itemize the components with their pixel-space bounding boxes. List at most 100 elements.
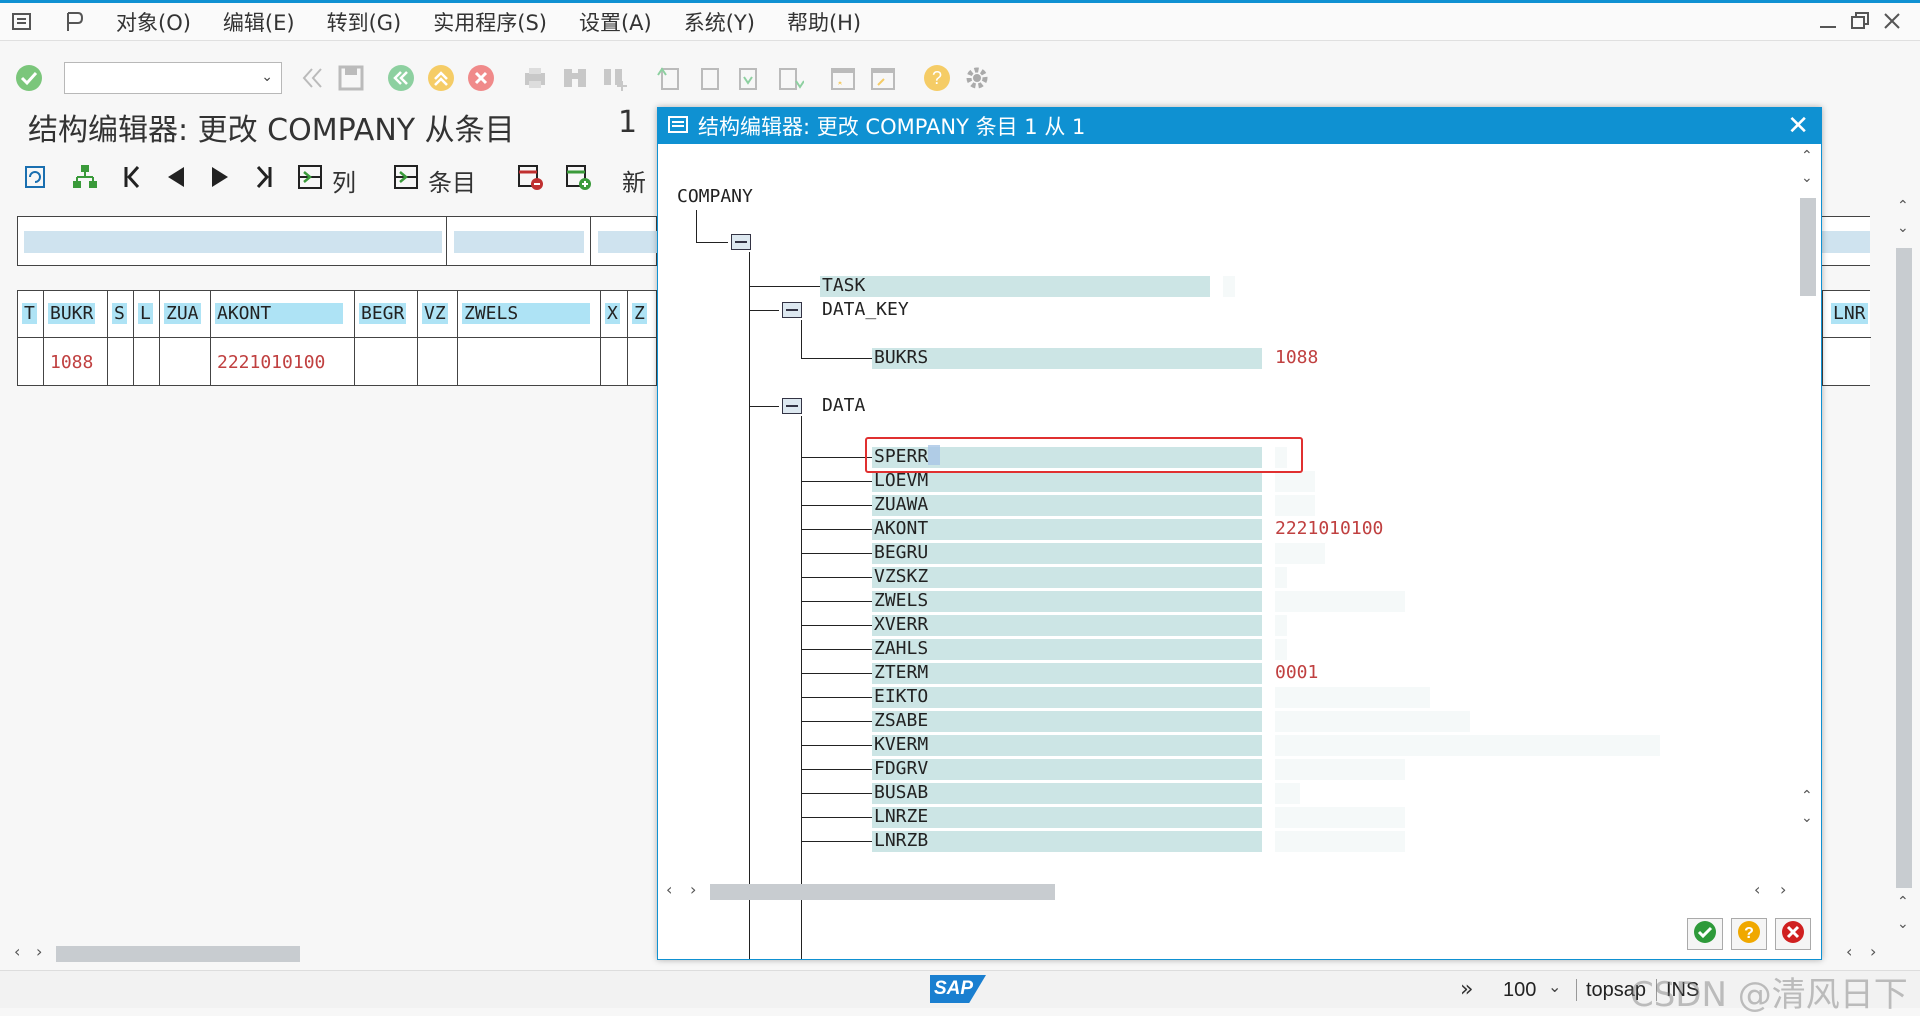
table-cell[interactable] <box>108 337 134 385</box>
scroll-up-icon-2[interactable]: ⌃ <box>1801 788 1813 804</box>
tree-node-bukrs[interactable]: BUKRS <box>874 347 928 369</box>
help-button[interactable]: ? <box>1731 918 1767 950</box>
tree-field-begru[interactable]: BEGRU <box>874 542 928 564</box>
folder-icon[interactable] <box>782 302 802 318</box>
tree-node-task[interactable]: TASK <box>822 275 865 297</box>
folder-icon[interactable] <box>731 234 751 250</box>
chevron-down-icon[interactable]: ⌄ <box>1548 977 1561 996</box>
column-header-zwels[interactable]: ZWELS <box>458 291 601 337</box>
column-header-x[interactable]: X <box>601 291 628 337</box>
cancel-button[interactable] <box>1775 918 1811 950</box>
scroll-up-icon-2[interactable]: ⌃ <box>1897 894 1909 910</box>
table-cell[interactable] <box>18 337 44 385</box>
scroll-down-icon-2[interactable]: ⌄ <box>1801 810 1813 826</box>
menu-utilities[interactable]: 实用程序(S) <box>433 7 547 37</box>
column-header-vz[interactable]: VZ <box>418 291 458 337</box>
close-window-icon[interactable] <box>1880 9 1904 33</box>
scroll-thumb[interactable] <box>1800 198 1816 296</box>
enter-check-icon[interactable] <box>14 63 44 93</box>
tree-field-zuawa[interactable]: ZUAWA <box>874 494 928 516</box>
back-icon[interactable] <box>386 63 416 93</box>
scroll-up-icon[interactable]: ⌃ <box>1801 148 1813 164</box>
tree-field-kverm[interactable]: KVERM <box>874 734 928 756</box>
field-value-zterm[interactable]: 0001 <box>1275 662 1318 684</box>
column-header-zua[interactable]: ZUA <box>160 291 211 337</box>
gear-icon[interactable] <box>962 63 992 93</box>
tree-field-vzskz[interactable]: VZSKZ <box>874 566 928 588</box>
tree-field-eikto[interactable]: EIKTO <box>874 686 928 708</box>
cancel-icon[interactable] <box>466 63 496 93</box>
menu-object[interactable]: 对象(O) <box>116 7 191 37</box>
column-header-z[interactable]: Z <box>628 291 658 337</box>
column-header-begr[interactable]: BEGR <box>355 291 418 337</box>
close-icon[interactable]: ✕ <box>1787 111 1809 141</box>
menu-system[interactable]: 系统(Y) <box>684 7 755 37</box>
scroll-left-icon[interactable]: ‹ <box>14 942 20 961</box>
scroll-thumb[interactable] <box>56 946 300 962</box>
save-icon[interactable] <box>336 63 366 93</box>
header-field-1[interactable] <box>24 231 442 253</box>
scroll-left-icon[interactable]: ‹ <box>666 880 672 899</box>
first-entry-button[interactable] <box>120 163 144 197</box>
scroll-thumb[interactable] <box>1896 248 1912 888</box>
scroll-down-icon[interactable]: ⌄ <box>1897 220 1909 236</box>
table-cell[interactable] <box>601 337 628 385</box>
insert-entry-button[interactable] <box>564 163 592 197</box>
refresh-button[interactable] <box>20 162 50 198</box>
status-expand-icon[interactable]: » <box>1460 977 1473 1002</box>
scroll-up-icon[interactable]: ⌃ <box>1897 198 1909 214</box>
header-field-3[interactable] <box>598 231 658 253</box>
command-field[interactable]: ⌄ <box>64 62 282 94</box>
system-menu-icon[interactable] <box>10 9 36 35</box>
table-cell[interactable] <box>628 337 658 385</box>
tree-field-lnrzb[interactable]: LNRZB <box>874 830 928 852</box>
zoom-value[interactable]: 100 <box>1503 979 1536 1002</box>
menu-settings[interactable]: 设置(A) <box>579 7 652 37</box>
minimize-icon[interactable] <box>1816 9 1840 33</box>
chevron-down-icon[interactable]: ⌄ <box>261 69 273 85</box>
double-left-icon[interactable] <box>296 63 326 93</box>
previous-entry-button[interactable] <box>164 163 188 197</box>
next-page-icon[interactable] <box>734 63 764 93</box>
scroll-down-icon[interactable]: ⌄ <box>1801 170 1813 186</box>
columns-button[interactable]: 列 <box>296 163 356 198</box>
tree-field-loevm[interactable]: LOEVM <box>874 470 928 492</box>
table-cell[interactable] <box>160 337 211 385</box>
previous-page-icon[interactable] <box>694 63 724 93</box>
confirm-button[interactable] <box>1687 918 1723 950</box>
delete-entry-button[interactable] <box>516 163 544 197</box>
entries-button[interactable]: 条目 <box>392 163 476 198</box>
hierarchy-button[interactable] <box>70 162 100 198</box>
main-horizontal-scrollbar[interactable]: ‹ › <box>14 942 654 966</box>
restore-icon[interactable] <box>1848 9 1872 33</box>
column-header-s[interactable]: S <box>108 291 134 337</box>
first-page-icon[interactable] <box>654 63 684 93</box>
last-entry-button[interactable] <box>252 163 276 197</box>
find-next-icon[interactable] <box>600 63 630 93</box>
tree-field-zahls[interactable]: ZAHLS <box>874 638 928 660</box>
next-entry-button[interactable] <box>208 163 232 197</box>
shortcut-icon[interactable] <box>868 63 898 93</box>
menu-help[interactable]: 帮助(H) <box>787 7 861 37</box>
table-cell[interactable] <box>458 337 601 385</box>
tree-field-xverr[interactable]: XVERR <box>874 614 928 636</box>
new-session-icon[interactable] <box>828 63 858 93</box>
column-header-akont[interactable]: AKONT <box>211 291 355 337</box>
scroll-down-icon-2[interactable]: ⌄ <box>1897 916 1909 932</box>
scroll-left-icon-2[interactable]: ‹ <box>1754 880 1760 899</box>
folder-icon[interactable] <box>782 398 802 414</box>
menu-goto[interactable]: 转到(G) <box>327 7 402 37</box>
column-header-lnr[interactable]: LNR <box>1831 303 1868 324</box>
field-value-akont[interactable]: 2221010100 <box>1275 518 1383 540</box>
column-header-t[interactable]: T <box>18 291 44 337</box>
column-header-bukr[interactable]: BUKR <box>44 291 108 337</box>
customize-layout-icon[interactable] <box>62 9 88 35</box>
find-icon[interactable] <box>560 63 590 93</box>
tree-field-lnrze[interactable]: LNRZE <box>874 806 928 828</box>
tree-field-akont[interactable]: AKONT <box>874 518 928 540</box>
column-header-l[interactable]: L <box>134 291 160 337</box>
tree-field-busab[interactable]: BUSAB <box>874 782 928 804</box>
new-button[interactable]: 新 <box>622 163 646 198</box>
exit-icon[interactable] <box>426 63 456 93</box>
tree-node-data[interactable]: DATA <box>822 395 865 417</box>
